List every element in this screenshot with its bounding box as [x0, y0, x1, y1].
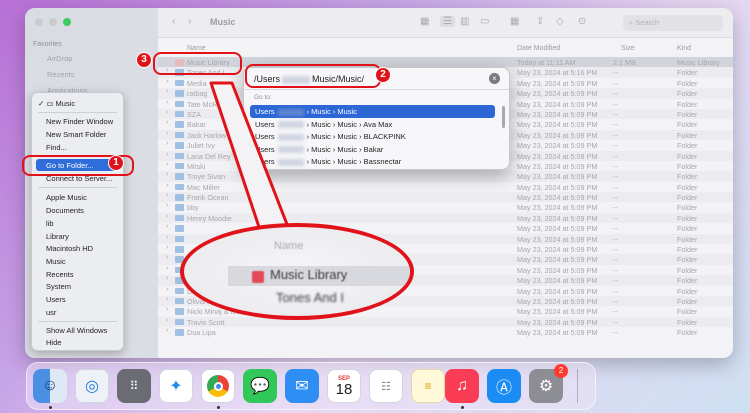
dock-separator	[577, 369, 578, 403]
dock: ☺ ◎ ⠿ ✦ 💬 ✉ SEP 18 ☷ ≡ ♫ Ⓐ ⚙ 2	[26, 362, 596, 410]
finder-icon[interactable]: ☺	[33, 369, 67, 403]
running-indicator	[461, 406, 464, 409]
calendar-day: 18	[335, 380, 353, 398]
chrome-center	[213, 381, 223, 391]
step-badge-1: 1	[108, 155, 124, 171]
calendar-icon[interactable]: SEP 18	[327, 369, 361, 403]
callout-music-library: Music Library	[270, 267, 348, 282]
highlight-music-library	[153, 52, 242, 75]
notes-icon[interactable]: ≡	[411, 369, 445, 403]
running-indicator	[49, 406, 52, 409]
quicktime-icon[interactable]: ◎	[75, 369, 109, 403]
zoom-callout: Name Music Library Tones And I	[180, 223, 414, 320]
app-store-icon[interactable]: Ⓐ	[487, 369, 521, 403]
step-badge-3: 3	[136, 52, 152, 68]
reminders-icon[interactable]: ☷	[369, 369, 403, 403]
chrome-icon[interactable]	[201, 369, 235, 403]
music-icon[interactable]: ♫	[445, 369, 479, 403]
mail-icon[interactable]: ✉	[285, 369, 319, 403]
launchpad-icon[interactable]: ⠿	[117, 369, 151, 403]
notification-badge: 2	[554, 364, 568, 378]
callout-pointer	[209, 81, 292, 238]
callout-name-header: Name	[274, 240, 304, 252]
highlight-path-input	[245, 64, 381, 88]
callout-next-item: Tones And I	[276, 290, 344, 305]
messages-icon[interactable]: 💬	[243, 369, 277, 403]
music-library-icon	[252, 271, 264, 283]
step-badge-2: 2	[375, 67, 391, 83]
running-indicator	[217, 406, 220, 409]
system-settings-icon[interactable]: ⚙ 2	[529, 364, 568, 403]
chrome-logo	[207, 375, 229, 397]
safari-icon[interactable]: ✦	[159, 369, 193, 403]
